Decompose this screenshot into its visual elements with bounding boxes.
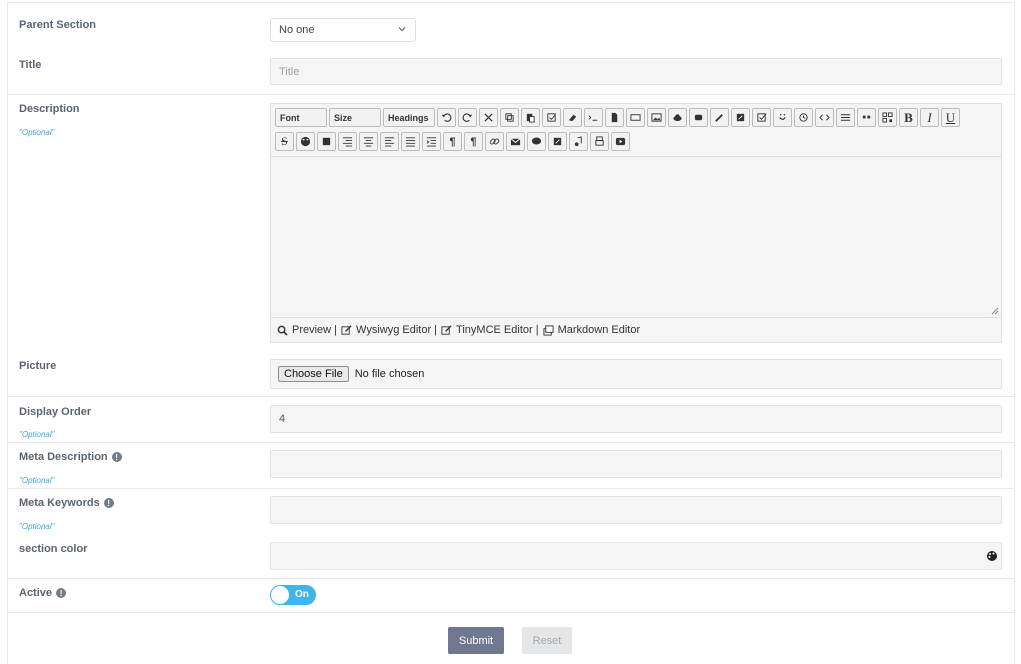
preview-link[interactable]: Preview |: [292, 324, 337, 336]
picture-file-input: Choose File No file chosen: [270, 359, 1002, 389]
display-order-input[interactable]: 4: [270, 405, 1002, 433]
undo-icon[interactable]: [437, 108, 456, 127]
underline-icon[interactable]: U: [941, 108, 960, 127]
align-center-icon[interactable]: [359, 132, 378, 151]
meta-description-optional: "Optional": [19, 476, 55, 485]
info-icon[interactable]: !: [111, 452, 122, 462]
info-icon[interactable]: !: [56, 588, 67, 598]
indent-icon[interactable]: [422, 132, 441, 151]
template-icon[interactable]: [605, 108, 624, 127]
meta-description-input[interactable]: [270, 450, 1002, 478]
smiley-icon[interactable]: [773, 108, 792, 127]
display-order-optional: "Optional": [19, 430, 55, 439]
markdown-icon: [543, 324, 554, 336]
edit-icon: [441, 324, 452, 335]
rich-text-editor: Font Size Headings B I U S ¶ ¶ Preview |…: [270, 103, 1002, 343]
eraser-icon[interactable]: [563, 108, 582, 127]
paragraph-ltr-icon[interactable]: ¶: [443, 132, 462, 151]
parent-section-label: Parent Section: [19, 19, 97, 31]
parent-section-value: No one: [279, 24, 315, 36]
headings-dropdown[interactable]: Headings: [383, 108, 435, 127]
size-dropdown[interactable]: Size: [329, 108, 381, 127]
display-order-label: Display Order: [19, 406, 92, 418]
divider: [7, 488, 1015, 489]
print-icon[interactable]: [590, 132, 609, 151]
editor-mode-links: Preview | Wysiwyg Editor | TinyMCE Edito…: [277, 324, 640, 336]
pencil-icon[interactable]: [710, 108, 729, 127]
font-dropdown[interactable]: Font: [275, 108, 327, 127]
source-code-icon[interactable]: [815, 108, 834, 127]
wysiwyg-editor-link[interactable]: Wysiwyg Editor |: [356, 324, 437, 336]
divider: [7, 94, 1015, 95]
picture-label: Picture: [19, 360, 57, 372]
external-image-icon[interactable]: [548, 132, 567, 151]
description-optional: "Optional": [19, 128, 55, 137]
media-icon[interactable]: [689, 108, 708, 127]
video-icon[interactable]: [611, 132, 630, 151]
checkbox-icon[interactable]: [752, 108, 771, 127]
comment-icon[interactable]: [527, 132, 546, 151]
email-icon[interactable]: [506, 132, 525, 151]
submit-button[interactable]: Submit: [448, 627, 504, 654]
edit-icon: [341, 324, 352, 335]
background-color-icon[interactable]: [317, 132, 336, 151]
info-icon[interactable]: !: [103, 498, 114, 508]
toggle-state: On: [295, 589, 309, 600]
divider: [7, 396, 1015, 397]
divider: [7, 442, 1015, 443]
meta-keywords-label: Meta Keywords!: [19, 497, 114, 509]
strikethrough-icon[interactable]: S: [275, 132, 294, 151]
editor-toolbar: Font Size Headings B I U S ¶ ¶: [275, 108, 997, 156]
align-left-icon[interactable]: [380, 132, 399, 151]
divider: [7, 612, 1015, 613]
qr-code-icon[interactable]: [878, 108, 897, 127]
paragraph-rtl-icon[interactable]: ¶: [464, 132, 483, 151]
copy-icon[interactable]: [500, 108, 519, 127]
bold-icon[interactable]: B: [899, 108, 918, 127]
title-input[interactable]: Title: [270, 58, 1002, 85]
reset-button[interactable]: Reset: [522, 627, 572, 654]
align-justify-icon[interactable]: [401, 132, 420, 151]
chevron-down-icon: [398, 27, 406, 32]
description-label: Description: [19, 103, 80, 115]
section-color-input[interactable]: [270, 542, 1002, 570]
divider: [7, 578, 1015, 579]
palette-icon[interactable]: [986, 550, 998, 562]
choose-file-button[interactable]: Choose File: [278, 366, 349, 382]
history-icon[interactable]: [794, 108, 813, 127]
edit-icon[interactable]: [731, 108, 750, 127]
code-view-icon[interactable]: [584, 108, 603, 127]
section-color-label: section color: [19, 543, 88, 555]
cut-icon[interactable]: [479, 108, 498, 127]
image-icon[interactable]: [647, 108, 666, 127]
redo-icon[interactable]: [458, 108, 477, 127]
paste-text-icon[interactable]: [542, 108, 561, 127]
cloud-upload-icon[interactable]: [668, 108, 687, 127]
display-order-value: 4: [279, 413, 286, 425]
paste-icon[interactable]: [521, 108, 540, 127]
toggle-knob: [271, 586, 289, 604]
markdown-editor-link[interactable]: Markdown Editor: [558, 324, 641, 336]
palette-icon[interactable]: [296, 132, 315, 151]
quote-icon[interactable]: [857, 108, 876, 127]
italic-icon[interactable]: I: [920, 108, 939, 127]
meta-keywords-input[interactable]: [270, 496, 1002, 524]
tinymce-editor-link[interactable]: TinyMCE Editor |: [456, 324, 539, 336]
active-toggle[interactable]: On: [270, 585, 316, 605]
active-label: Active!: [19, 587, 67, 599]
title-label: Title: [19, 59, 42, 71]
search-icon: [277, 325, 288, 336]
meta-description-label: Meta Description!: [19, 451, 122, 463]
list-icon[interactable]: [836, 108, 855, 127]
meta-keywords-optional: "Optional": [19, 522, 55, 531]
block-icon[interactable]: [626, 108, 645, 127]
file-status: No file chosen: [354, 368, 425, 380]
resize-handle-icon[interactable]: [991, 307, 999, 315]
title-placeholder: Title: [279, 65, 300, 78]
music-icon[interactable]: [569, 132, 588, 151]
description-textarea[interactable]: [271, 156, 1001, 318]
parent-section-select[interactable]: No one: [270, 18, 416, 42]
link-icon[interactable]: [485, 132, 504, 151]
align-right-icon[interactable]: [338, 132, 357, 151]
